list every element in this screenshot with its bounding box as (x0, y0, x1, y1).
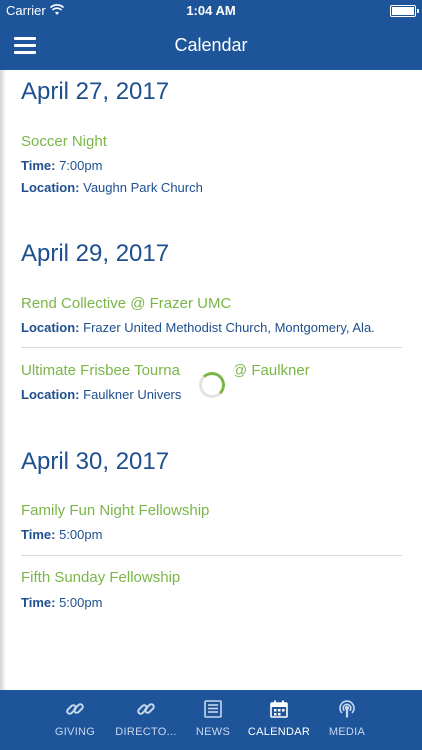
tab-calendar[interactable]: CALENDAR (244, 690, 314, 750)
event-location: Location: Frazer United Methodist Church… (21, 320, 375, 335)
tab-giving[interactable]: GIVING (40, 690, 110, 750)
time-label: Time: (21, 158, 56, 173)
tab-label: NEWS (195, 726, 231, 738)
loading-overlay (187, 360, 235, 408)
news-icon (204, 700, 222, 718)
event-time: Time: 5:00pm (21, 595, 102, 610)
event-time: Time: 5:00pm (21, 527, 102, 542)
time-label: Time: (21, 527, 56, 542)
event-title-end: @ Faulkner (231, 362, 310, 379)
nav-bar: Calendar (0, 20, 422, 70)
time-label: Time: (21, 595, 56, 610)
status-time: 1:04 AM (186, 3, 236, 18)
tab-bar: GIVING DIRECTO... NEWS CALENDAR MEDIA (0, 690, 422, 750)
tab-directory[interactable]: DIRECTO... (111, 690, 181, 750)
page-title: Calendar (174, 35, 248, 55)
location-value: Vaughn Park Church (83, 180, 203, 195)
event-title[interactable]: Rend Collective @ Frazer UMC (21, 295, 231, 312)
event-time: Time: 7:00pm (21, 158, 102, 173)
event-location: Location: Vaughn Park Church (21, 180, 203, 195)
link-icon (137, 703, 155, 715)
battery-icon (390, 5, 419, 17)
status-bar: Carrier 1:04 AM (0, 0, 422, 20)
time-value: 5:00pm (59, 527, 103, 542)
event-title[interactable]: Soccer Night (21, 133, 107, 150)
tab-label: CALENDAR (247, 726, 311, 738)
event-title[interactable]: Family Fun Night Fellowship (21, 502, 209, 519)
time-value: 7:00pm (59, 158, 103, 173)
location-label: Location: (21, 320, 80, 335)
location-label: Location: (21, 387, 80, 402)
date-heading: April 29, 2017 (21, 240, 170, 267)
date-heading: April 27, 2017 (21, 78, 170, 105)
loading-spinner-icon (199, 372, 225, 398)
divider (21, 347, 402, 348)
calendar-icon (270, 700, 288, 718)
time-value: 5:00pm (59, 595, 103, 610)
location-label: Location: (21, 180, 80, 195)
podcast-icon (339, 700, 355, 718)
event-location: Location: Faulkner Univers (21, 387, 181, 402)
drawer-shadow (0, 70, 6, 690)
tab-label: MEDIA (328, 726, 366, 738)
event-title[interactable]: Ultimate Frisbee Tourna @ Faulkner (21, 362, 310, 379)
location-value: Faulkner Univers (83, 387, 182, 402)
tab-news[interactable]: NEWS (178, 690, 248, 750)
tab-label: GIVING (54, 726, 96, 738)
link-icon (66, 703, 84, 715)
tab-media[interactable]: MEDIA (312, 690, 382, 750)
divider (21, 555, 402, 556)
event-title-start: Ultimate Frisbee Tourna (21, 362, 180, 379)
date-heading: April 30, 2017 (21, 448, 170, 475)
event-title[interactable]: Fifth Sunday Fellowship (21, 569, 180, 586)
tab-label: DIRECTO... (115, 726, 177, 738)
location-value: Frazer United Methodist Church, Montgome… (83, 320, 375, 335)
